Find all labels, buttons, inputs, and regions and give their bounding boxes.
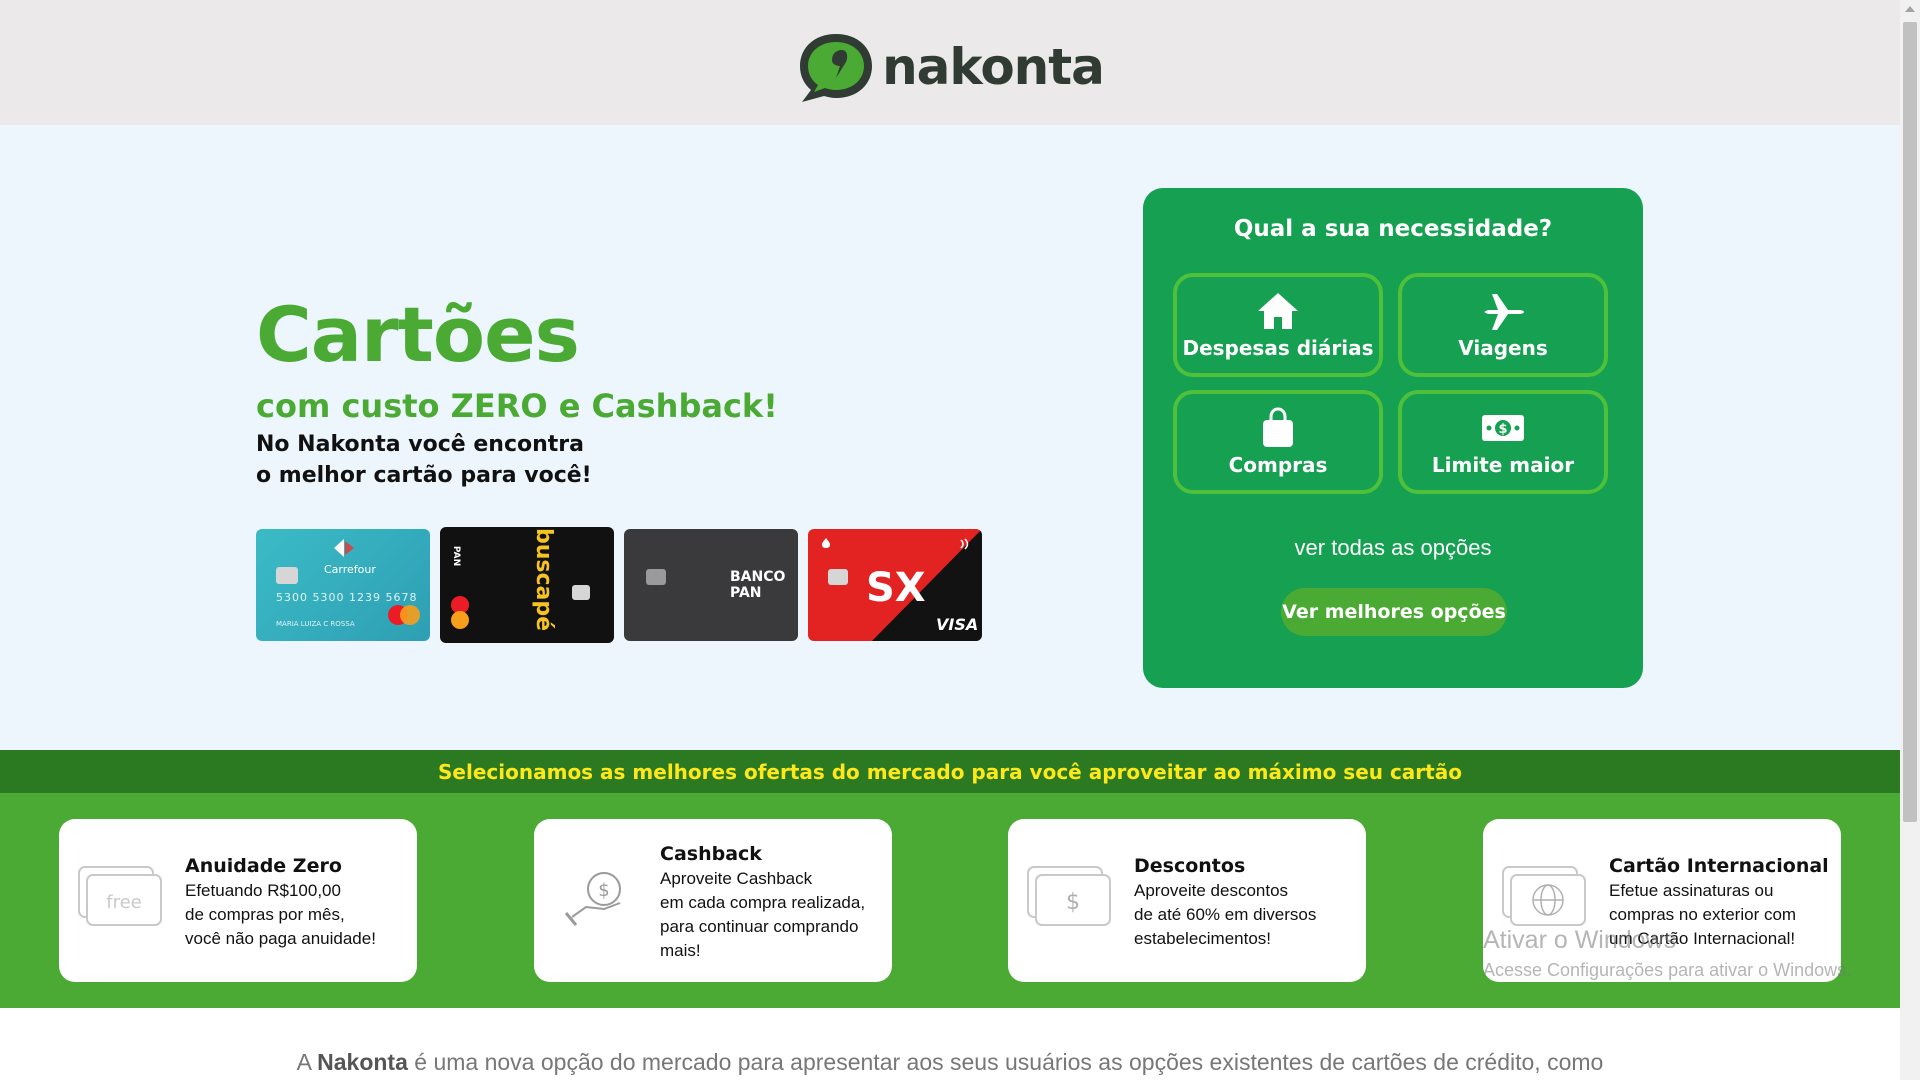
option-label: Despesas diárias (1182, 336, 1374, 360)
option-label: Compras (1228, 453, 1328, 477)
shopping-bag-icon (1263, 407, 1293, 447)
hero-title: Cartões (256, 290, 580, 379)
speech-bubble-logo-icon (800, 33, 873, 102)
offers-banner-text: Selecionamos as melhores ofertas do merc… (438, 759, 1462, 784)
free-card-icon: free (78, 866, 162, 926)
credit-card-gallery: Carrefour 5300 5300 1239 5678 MARIA LUIZ… (256, 527, 982, 643)
svg-text:free: free (106, 892, 142, 913)
about-brand: Nakonta (317, 1049, 408, 1075)
card-brand-name: SX (866, 565, 926, 611)
option-shopping-button[interactable]: Compras (1173, 390, 1383, 494)
card-carrefour[interactable]: Carrefour 5300 5300 1239 5678 MARIA LUIZ… (256, 529, 430, 641)
card-brand-name: Carrefour (324, 563, 376, 576)
feature-card-cashback: $ Cashback Aproveite Cashback em cada co… (534, 819, 892, 982)
feature-text: Aproveite descontos de até 60% em divers… (1134, 881, 1317, 948)
santander-flame-icon (822, 538, 830, 548)
about-section: A Nakonta é uma nova opção do mercado pa… (0, 1008, 1900, 1080)
svg-text:$: $ (1066, 890, 1080, 915)
feature-card-international: Cartão Internacional Efetue assinaturas … (1483, 819, 1841, 982)
card-holder: MARIA LUIZA C ROSSA (276, 620, 355, 628)
card-brand-name: BANCO PAN (730, 569, 786, 601)
see-best-options-button[interactable]: Ver melhores opções (1281, 588, 1507, 636)
card-issuer: PAN (451, 545, 462, 567)
home-icon (1258, 293, 1298, 329)
scrollbar-thumb[interactable] (1903, 22, 1917, 822)
hero-section: Cartões com custo ZERO e Cashback! No Na… (0, 125, 1900, 750)
feature-text: Efetuando R$100,00 de compras por mês, v… (185, 881, 376, 948)
hero-subtitle: com custo ZERO e Cashback! (256, 387, 778, 425)
need-selector-panel: Qual a sua necessidade? Despesas diárias… (1143, 188, 1643, 688)
nakonta-logo[interactable]: nakonta (796, 30, 1105, 104)
dollar-card-icon: $ (1027, 866, 1111, 926)
feature-card-annual-fee: free Anuidade Zero Efetuando R$100,00 de… (59, 819, 417, 982)
scroll-up-arrow-icon[interactable] (1905, 6, 1915, 12)
card-network: VISA (936, 615, 979, 634)
svg-text:$: $ (1498, 422, 1507, 437)
card-chip (276, 567, 298, 584)
carrefour-logo-icon (334, 539, 354, 557)
option-daily-expenses-button[interactable]: Despesas diárias (1173, 273, 1383, 377)
feature-text: Aproveite Cashback em cada compra realiz… (660, 869, 866, 960)
hero-description-line-1: No Nakonta você encontra (256, 432, 584, 457)
feature-title: Anuidade Zero (185, 855, 342, 877)
about-paragraph: A Nakonta é uma nova opção do mercado pa… (296, 1049, 1604, 1075)
mastercard-logo-icon (451, 596, 469, 629)
hero-description: No Nakonta você encontra o melhor cartão… (256, 429, 592, 491)
card-sx[interactable]: SX VISA (808, 529, 982, 641)
card-chip (646, 569, 666, 585)
windows-activation-watermark-title: Ativar o Windows (1483, 926, 1677, 954)
option-higher-limit-button[interactable]: $ Limite maior (1398, 390, 1608, 494)
need-panel-title: Qual a sua necessidade? (1233, 216, 1553, 242)
card-banco-pan[interactable]: BANCO PAN (624, 529, 798, 641)
card-brand-name: buscapé (531, 527, 557, 632)
feature-card-discounts: $ Descontos Aproveite descontos de até 6… (1008, 819, 1366, 982)
feature-title: Cartão Internacional (1609, 855, 1829, 877)
money-icon: $ (1482, 415, 1524, 441)
contactless-icon (960, 538, 969, 550)
card-chip (572, 585, 590, 600)
plane-icon (1484, 294, 1524, 330)
windows-activation-watermark-text: Acesse Configurações para ativar o Windo… (1483, 960, 1852, 980)
hero-description-line-2: o melhor cartão para você! (256, 463, 592, 488)
mastercard-logo-icon (388, 605, 420, 625)
site-header: nakonta (0, 0, 1900, 125)
option-label: Viagens (1458, 336, 1548, 360)
page-scrollbar[interactable] (1900, 0, 1920, 1080)
option-travel-button[interactable]: Viagens (1398, 273, 1608, 377)
svg-text:$: $ (598, 880, 609, 901)
feature-title: Descontos (1134, 855, 1246, 877)
option-label: Limite maior (1431, 453, 1575, 477)
card-buscape[interactable]: PAN buscapé (440, 527, 614, 643)
logo-wordmark: nakonta (882, 37, 1105, 96)
globe-card-icon (1502, 866, 1586, 926)
card-chip (828, 569, 848, 585)
offers-banner: Selecionamos as melhores ofertas do merc… (0, 750, 1900, 793)
see-all-options-link[interactable]: ver todas as opções (1143, 535, 1643, 561)
cashback-hand-icon: $ (564, 872, 621, 926)
feature-title: Cashback (660, 843, 762, 865)
